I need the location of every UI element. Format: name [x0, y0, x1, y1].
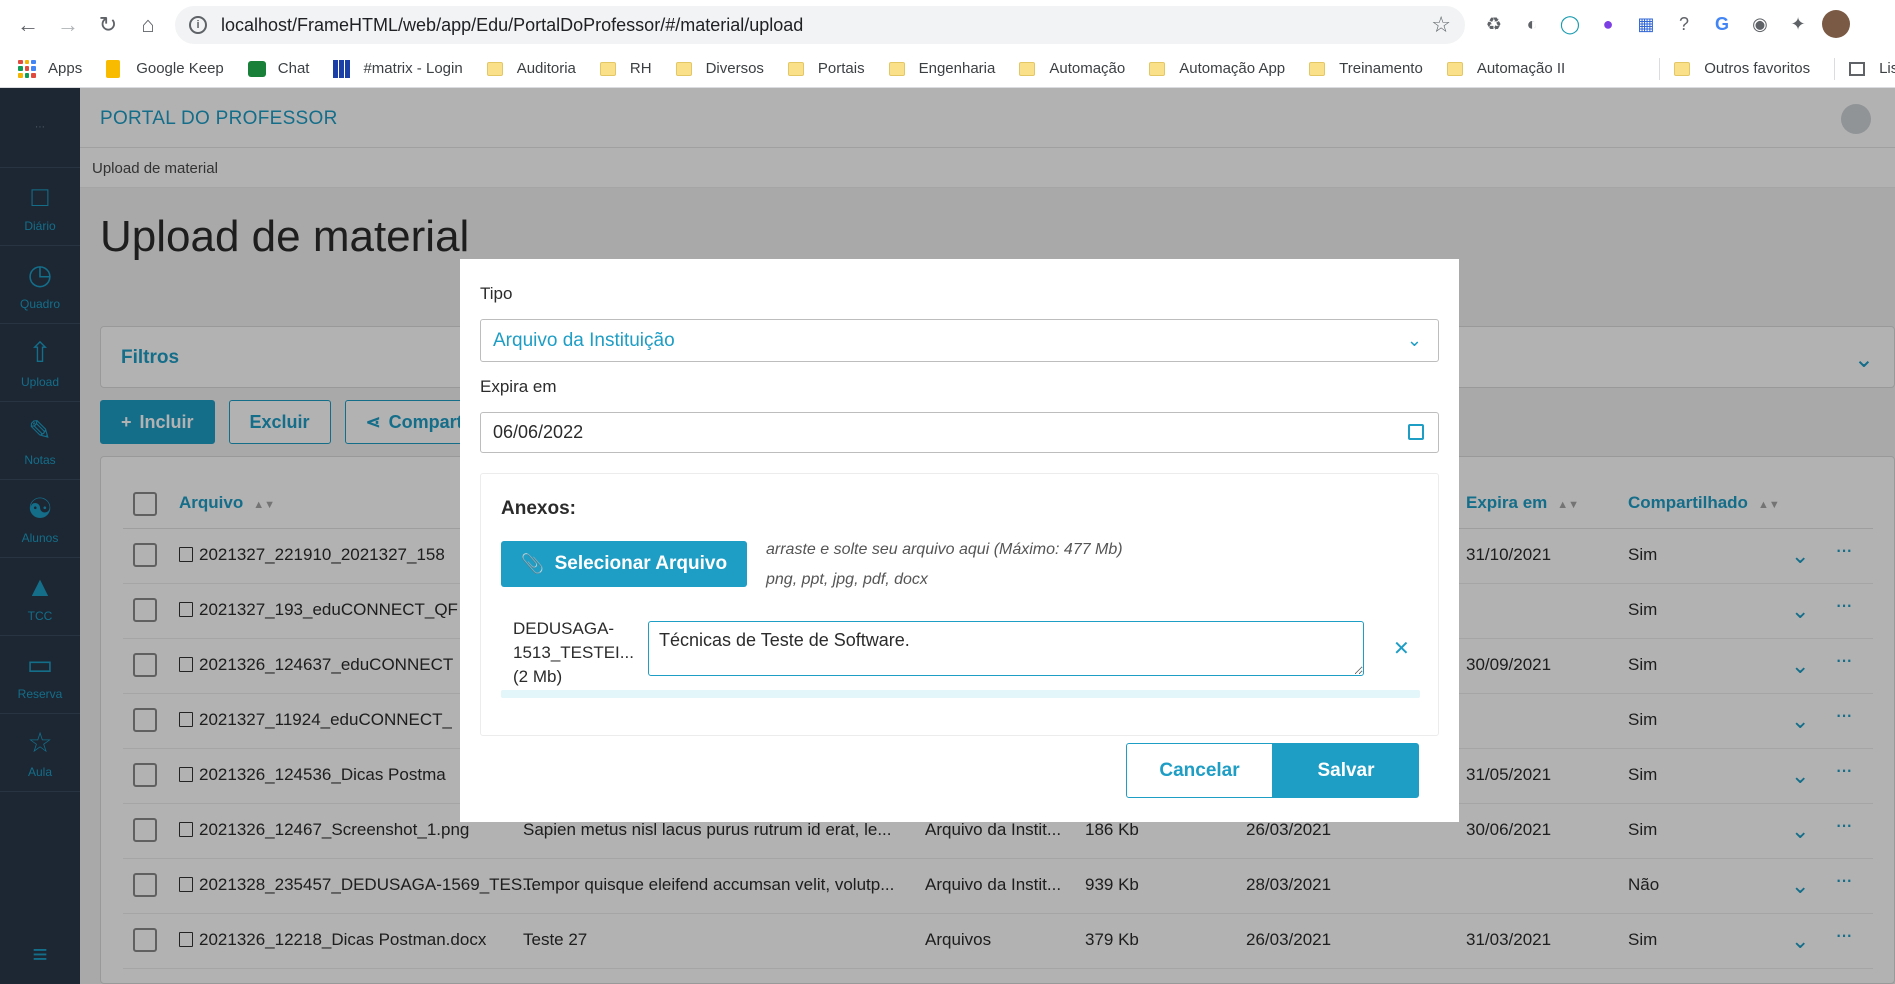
- type-select-value: Arquivo da Instituição: [493, 329, 675, 351]
- bookmark-label: #matrix - Login: [363, 60, 463, 77]
- bookmark-label: Apps: [48, 60, 83, 77]
- purple-extension-icon[interactable]: ●: [1594, 10, 1622, 38]
- remove-file-icon[interactable]: ✕: [1393, 636, 1410, 661]
- browser-toolbar: ← → ↻ ⌂ i localhost/FrameHTML/web/app/Ed…: [0, 0, 1895, 50]
- type-label: Tipo: [480, 284, 513, 303]
- bookmark-chat[interactable]: Chat: [247, 60, 310, 77]
- paperclip-icon: 📎: [520, 554, 545, 575]
- drop-hint: arraste e solte seu arquivo aqui (Máximo…: [766, 541, 1123, 558]
- bookmark-label: Lista de leitur: [1879, 60, 1895, 77]
- bookmark-automacao[interactable]: Automação: [1019, 60, 1125, 77]
- separator: [1834, 57, 1836, 80]
- bookmark-portais[interactable]: Portais: [787, 60, 865, 77]
- modal-footer: Cancelar Salvar: [1126, 743, 1419, 798]
- bookmark-label: Engenharia: [918, 60, 996, 77]
- help-extension-icon[interactable]: ?: [1670, 10, 1698, 38]
- file-description-input[interactable]: Técnicas de Teste de Software.: [648, 621, 1364, 676]
- folder-icon: [1149, 61, 1166, 76]
- bookmark-outros-favoritos[interactable]: Outros favoritos: [1659, 57, 1811, 80]
- bookmark-auditoria[interactable]: Auditoria: [486, 60, 576, 77]
- file-size: (2 Mb): [513, 667, 563, 686]
- google-icon[interactable]: G: [1708, 10, 1736, 38]
- extensions-bar: ♻ ◐ ◯ ● ▦ ? G ◉ ✦: [1480, 10, 1850, 38]
- formats-hint: png, ppt, jpg, pdf, docx: [766, 571, 928, 588]
- file-name-line: 1513_TESTEI...: [513, 643, 634, 662]
- folder-icon: [599, 61, 616, 76]
- expires-date-value: 06/06/2022: [493, 422, 584, 442]
- bookmark-google-keep[interactable]: Google Keep: [106, 59, 224, 78]
- keep-icon: [106, 59, 121, 78]
- type-select[interactable]: Arquivo da Instituição ⌄: [480, 319, 1439, 362]
- bookmark-matrix[interactable]: #matrix - Login: [333, 59, 463, 78]
- bookmark-label: Automação App: [1179, 60, 1286, 77]
- attachments-title: Anexos:: [501, 498, 576, 519]
- folder-icon: [1019, 61, 1036, 76]
- bookmark-reading-list[interactable]: Lista de leitur: [1834, 57, 1895, 80]
- bookmark-star-icon[interactable]: ☆: [1431, 12, 1451, 38]
- bookmark-label: Portais: [817, 60, 865, 77]
- bookmark-engenharia[interactable]: Engenharia: [888, 60, 996, 77]
- expires-date-input[interactable]: 06/06/2022: [480, 412, 1439, 453]
- matrix-icon: [333, 59, 352, 78]
- bookmark-label: Google Keep: [136, 60, 224, 77]
- calendar-extension-icon[interactable]: ▦: [1632, 10, 1660, 38]
- home-icon[interactable]: ⌂: [132, 9, 164, 41]
- back-arrow-icon[interactable]: ←: [12, 9, 44, 41]
- reload-icon[interactable]: ↻: [92, 9, 124, 41]
- bookmark-label: Treinamento: [1339, 60, 1423, 77]
- bookmark-label: Auditoria: [516, 60, 576, 77]
- circle-extension-icon[interactable]: ◐: [1518, 10, 1546, 38]
- bookmark-treinamento[interactable]: Treinamento: [1309, 60, 1423, 77]
- folder-icon: [486, 61, 503, 76]
- info-icon[interactable]: i: [189, 16, 207, 34]
- reading-list-icon: [1849, 61, 1866, 76]
- bookmark-label: Outros favoritos: [1704, 60, 1811, 77]
- upload-modal: Tipo Arquivo da Instituição ⌄ Expira em …: [460, 259, 1459, 822]
- folder-icon: [675, 61, 692, 76]
- expires-label: Expira em: [480, 377, 557, 396]
- cancel-button[interactable]: Cancelar: [1126, 743, 1273, 798]
- bookmark-label: RH: [629, 60, 652, 77]
- url-text: localhost/FrameHTML/web/app/Edu/PortalDo…: [221, 14, 804, 35]
- bookmark-diversos[interactable]: Diversos: [675, 60, 764, 77]
- separator: [1659, 57, 1661, 80]
- calendar-icon[interactable]: [1408, 424, 1424, 440]
- chevron-down-icon: ⌄: [1406, 330, 1422, 350]
- chat-icon: [247, 60, 266, 77]
- bookmark-label: Diversos: [705, 60, 764, 77]
- upload-progress-bar: [501, 690, 1420, 698]
- bookmark-automacao-app[interactable]: Automação App: [1149, 60, 1285, 77]
- folder-icon: [787, 61, 804, 76]
- camera-icon[interactable]: ◉: [1746, 10, 1774, 38]
- select-file-button[interactable]: 📎 Selecionar Arquivo: [501, 541, 747, 587]
- c-extension-icon[interactable]: ◯: [1556, 10, 1584, 38]
- folder-icon: [1446, 61, 1463, 76]
- select-file-label: Selecionar Arquivo: [554, 553, 728, 574]
- folder-icon: [1674, 61, 1691, 76]
- bookmarks-bar: Apps Google Keep Chat #matrix - Login Au…: [0, 50, 1895, 88]
- apps-grid-icon: [18, 59, 36, 78]
- folder-icon: [1309, 61, 1326, 76]
- save-button[interactable]: Salvar: [1273, 743, 1419, 798]
- bookmark-label: Automação: [1049, 60, 1126, 77]
- bookmark-rh[interactable]: RH: [599, 60, 652, 77]
- bookmark-apps[interactable]: Apps: [18, 59, 83, 78]
- puzzle-extensions-icon[interactable]: ✦: [1784, 10, 1812, 38]
- attachments-panel: Anexos: 📎 Selecionar Arquivo arraste e so…: [480, 473, 1439, 736]
- forward-arrow-icon[interactable]: →: [52, 9, 84, 41]
- address-bar[interactable]: i localhost/FrameHTML/web/app/Edu/Portal…: [175, 6, 1465, 44]
- profile-avatar[interactable]: [1822, 10, 1850, 38]
- file-name-line: DEDUSAGA-: [513, 619, 615, 638]
- bookmark-automacao-ii[interactable]: Automação II: [1446, 60, 1566, 77]
- recycle-icon[interactable]: ♻: [1480, 10, 1508, 38]
- attached-file-name: DEDUSAGA- 1513_TESTEI... (2 Mb): [513, 617, 634, 689]
- bookmark-label: Chat: [277, 60, 310, 77]
- folder-icon: [888, 61, 905, 76]
- bookmark-label: Automação II: [1476, 60, 1566, 77]
